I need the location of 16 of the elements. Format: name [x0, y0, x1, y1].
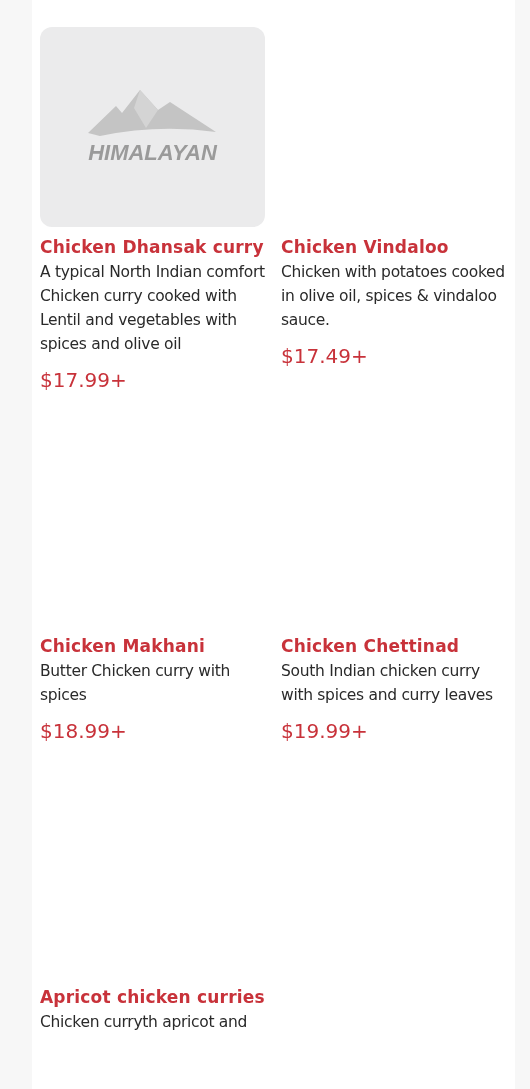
item-description: Chicken curryth apricot and: [40, 1012, 249, 1033]
item-description: Chicken with potatoes cooked in olive oil, spices & vindaloo sauce.: [281, 262, 506, 331]
mountain-icon: [87, 88, 218, 138]
item-price: $18.99+: [40, 719, 128, 743]
item-description: South Indian chicken curry with spices and curry leaves: [281, 661, 494, 706]
item-price: $17.49+: [281, 344, 369, 368]
item-title[interactable]: Apricot chicken curries: [40, 985, 265, 1010]
item-title[interactable]: Chicken Makhani: [40, 634, 265, 659]
logo-text: HIMALAYAN: [88, 140, 217, 166]
item-description: A typical North Indian comfort Chicken curry cooked with Lentil and vegetables with spices and olive oil: [40, 262, 265, 355]
item-price: $19.99+: [281, 719, 369, 743]
item-title[interactable]: Chicken Dhansak curry: [40, 235, 265, 260]
item-price: $17.99+: [40, 368, 128, 392]
item-description: Butter Chicken curry with spices: [40, 661, 231, 706]
item-title[interactable]: Chicken Chettinad: [281, 634, 506, 659]
item-title[interactable]: Chicken Vindaloo: [281, 235, 506, 260]
